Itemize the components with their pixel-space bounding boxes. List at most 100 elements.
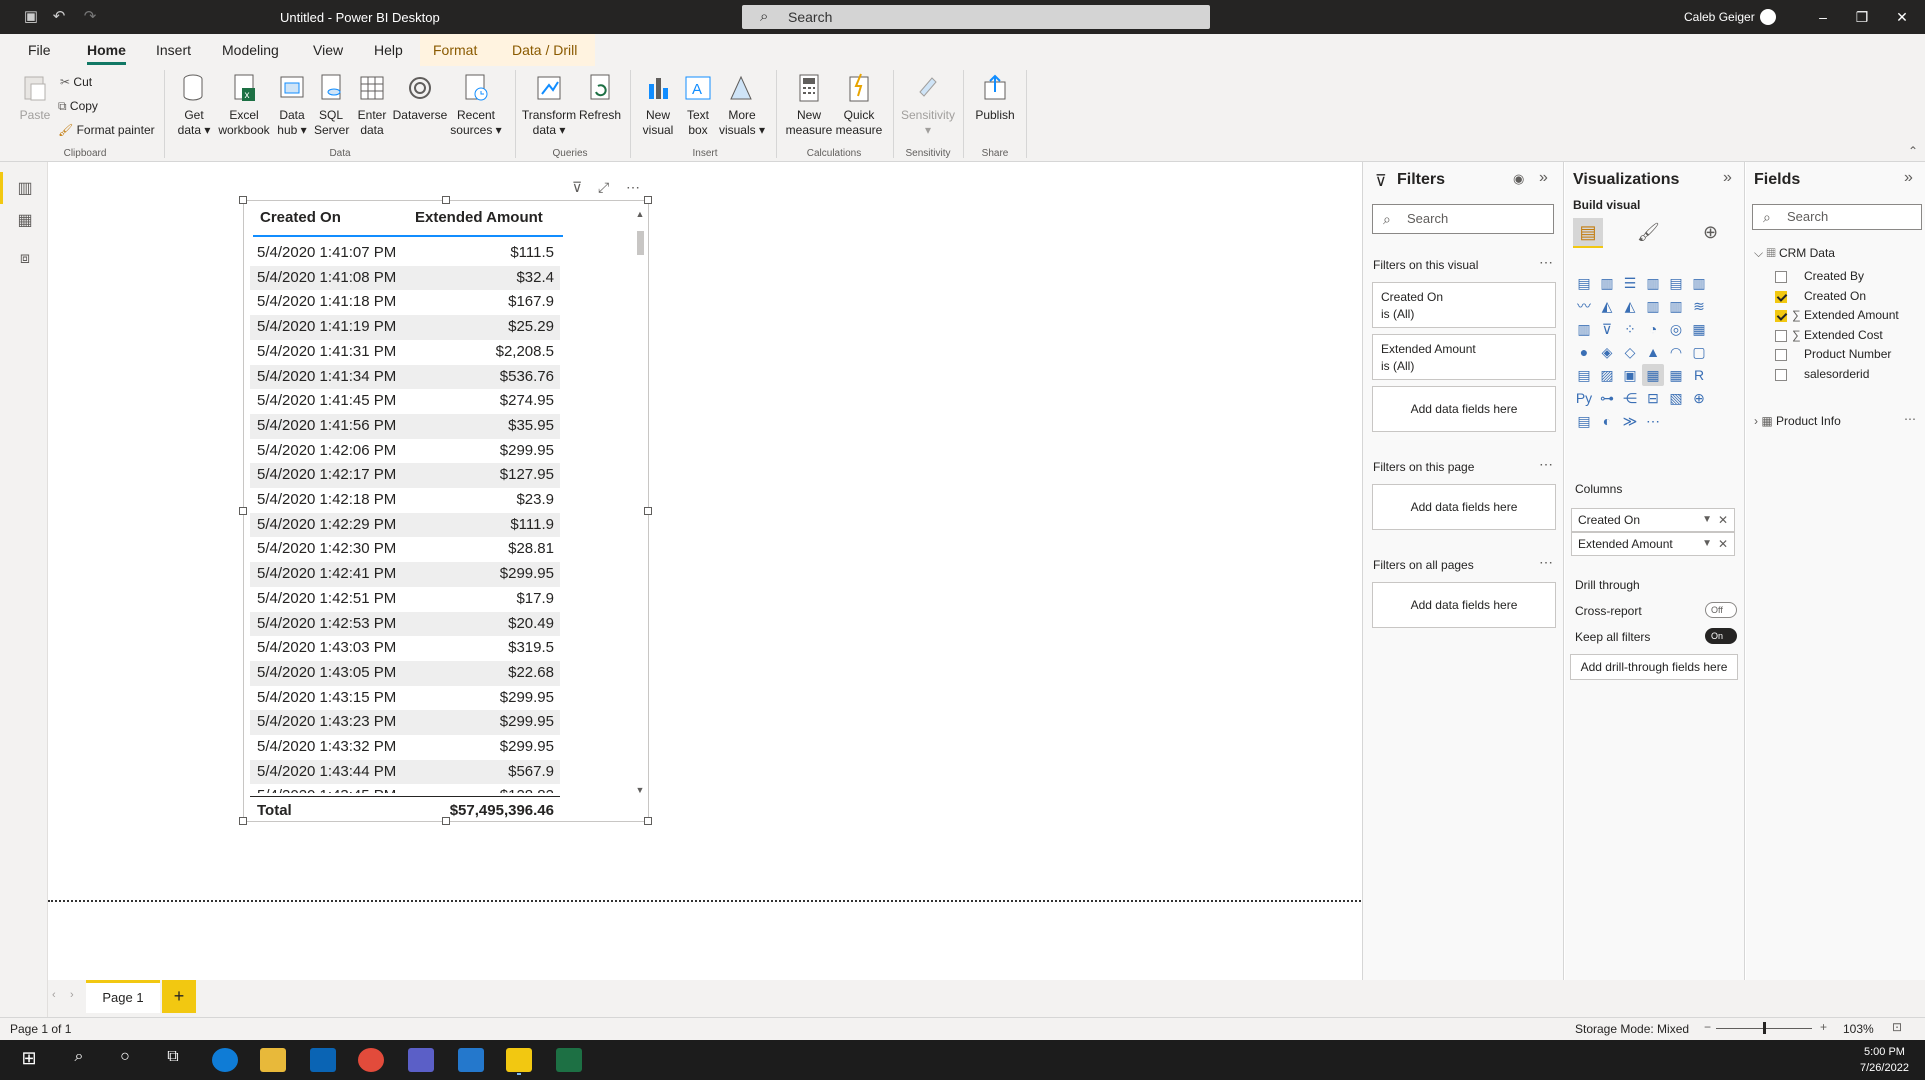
resize-handle[interactable] xyxy=(239,196,247,204)
recent-sources-button[interactable]: Recent sources ▾ xyxy=(448,72,504,138)
waterfall-visual-icon[interactable]: ▥ xyxy=(1573,318,1595,340)
donut-visual-icon[interactable]: ◎ xyxy=(1665,318,1687,340)
focus-mode-icon[interactable]: ⤢ xyxy=(598,179,609,196)
power-automate-visual-icon[interactable]: ≫ xyxy=(1619,410,1641,432)
tab-home[interactable]: Home xyxy=(87,42,126,65)
analytics-tab-icon[interactable]: ⊕ xyxy=(1703,222,1718,243)
table-row[interactable]: 5/4/2020 1:43:44 PM $567.9 xyxy=(250,759,560,785)
keep-all-filters-toggle[interactable]: On xyxy=(1705,628,1737,644)
area-visual-icon[interactable]: ◭ xyxy=(1596,295,1618,317)
minimize-icon[interactable]: – xyxy=(1813,7,1833,27)
zoom-in-icon[interactable]: + xyxy=(1820,1020,1827,1034)
field-checkbox[interactable] xyxy=(1775,329,1787,342)
quick-measure-button[interactable]: Quick measure xyxy=(834,72,884,138)
chevron-right-icon[interactable]: › xyxy=(70,989,74,1001)
stacked-bar-visual-icon[interactable]: ▤ xyxy=(1573,272,1595,294)
tab-data-drill[interactable]: Data / Drill xyxy=(512,42,577,58)
scroll-thumb[interactable] xyxy=(637,231,644,255)
100-column-visual-icon[interactable]: ▥ xyxy=(1688,272,1710,294)
field-item[interactable]: Extended Cost xyxy=(1804,328,1883,342)
get-data-button[interactable]: Get data ▾ xyxy=(176,72,212,138)
tab-format[interactable]: Format xyxy=(433,42,477,58)
restore-icon[interactable]: ❐ xyxy=(1852,7,1872,27)
power-bi-icon[interactable] xyxy=(506,1048,532,1072)
system-clock[interactable]: 5:00 PM 7/26/2022 xyxy=(1860,1044,1909,1076)
more-options-icon[interactable]: ⋯ xyxy=(626,179,640,196)
scroll-down-icon[interactable]: ▼ xyxy=(635,785,645,795)
power-apps-visual-icon[interactable]: ◐ xyxy=(1596,410,1618,432)
smart-narrative-visual-icon[interactable]: ▧ xyxy=(1665,387,1687,409)
enter-data-button[interactable]: Enter data xyxy=(354,72,390,138)
chevron-down-icon[interactable]: ▼ xyxy=(1702,509,1712,531)
line-column-visual-icon[interactable]: ▥ xyxy=(1642,295,1664,317)
add-visual-filter-dropzone[interactable]: Add data fields here xyxy=(1372,386,1556,432)
resize-handle[interactable] xyxy=(239,507,247,515)
add-report-filter-dropzone[interactable]: Add data fields here xyxy=(1372,582,1556,628)
table-row[interactable]: 5/4/2020 1:42:53 PM $20.49 xyxy=(250,611,560,637)
chevron-down-icon[interactable]: ⌵ xyxy=(1754,246,1763,260)
zoom-out-icon[interactable]: − xyxy=(1704,1020,1711,1034)
collapse-ribbon-icon[interactable]: ⌃ xyxy=(1908,144,1918,158)
stacked-column-visual-icon[interactable]: ▥ xyxy=(1596,272,1618,294)
fit-to-page-icon[interactable]: ⊡ xyxy=(1892,1020,1902,1034)
100-bar-visual-icon[interactable]: ▤ xyxy=(1665,272,1687,294)
key-influencers-visual-icon[interactable]: ⊶ xyxy=(1596,387,1618,409)
field-checkbox[interactable] xyxy=(1775,271,1787,283)
sql-server-button[interactable]: SQL Server xyxy=(314,72,349,138)
column-header-extended-amount[interactable]: Extended Amount xyxy=(415,209,543,226)
table-row[interactable]: 5/4/2020 1:42:29 PM $111.9 xyxy=(250,512,560,538)
tab-file[interactable]: File xyxy=(28,42,51,58)
sensitivity-button[interactable]: Sensitivity ▾ xyxy=(898,72,958,138)
table-product-info[interactable]: › ▦ Product Info xyxy=(1754,414,1841,428)
table-row[interactable]: 5/4/2020 1:42:17 PM $127.95 xyxy=(250,463,560,488)
filter-card-created-on[interactable]: Created On is (All) xyxy=(1372,282,1556,328)
publish-button[interactable]: Publish xyxy=(970,72,1020,123)
outlook-icon[interactable] xyxy=(310,1048,336,1072)
table-row[interactable]: 5/4/2020 1:41:31 PM $2,208.5 xyxy=(250,340,560,365)
filters-search-input[interactable]: ⌕ Search xyxy=(1372,204,1554,234)
excel-taskbar-icon[interactable] xyxy=(556,1048,582,1072)
treemap-visual-icon[interactable]: ▦ xyxy=(1688,318,1710,340)
table-row[interactable]: 5/4/2020 1:42:30 PM $28.81 xyxy=(250,537,560,562)
collapse-pane-icon[interactable]: » xyxy=(1904,169,1913,187)
eye-icon[interactable]: ◉ xyxy=(1513,171,1524,187)
more-options-icon[interactable]: ⋯ xyxy=(1539,554,1553,571)
matrix-visual-icon[interactable]: ▦ xyxy=(1665,364,1687,386)
title-search-box[interactable]: ⌕ Search xyxy=(742,5,1210,29)
stacked-area-visual-icon[interactable]: ◭ xyxy=(1619,295,1641,317)
user-name[interactable]: Caleb Geiger xyxy=(1684,10,1755,24)
paste-button[interactable]: Paste xyxy=(18,72,52,123)
data-view-icon[interactable]: ▦ xyxy=(15,210,35,230)
table-visual-icon[interactable]: ▦ xyxy=(1642,364,1664,386)
remove-icon[interactable]: ✕ xyxy=(1718,533,1728,555)
field-item[interactable]: Extended Amount xyxy=(1804,308,1899,322)
resize-handle[interactable] xyxy=(239,817,247,825)
data-hub-button[interactable]: Data hub ▾ xyxy=(274,72,310,138)
table-row[interactable]: 5/4/2020 1:42:41 PM $299.95 xyxy=(250,562,560,587)
add-page-button[interactable]: + xyxy=(162,980,196,1013)
cut-button[interactable]: ✂ Cut xyxy=(60,75,92,89)
format-painter-button[interactable]: 🖌 Format painter xyxy=(58,123,155,137)
resize-handle[interactable] xyxy=(644,507,652,515)
filled-map-visual-icon[interactable]: ◈ xyxy=(1596,341,1618,363)
teams-icon[interactable] xyxy=(408,1048,434,1072)
table-row[interactable]: 5/4/2020 1:41:18 PM $167.9 xyxy=(250,290,560,315)
avatar[interactable] xyxy=(1760,9,1776,25)
more-options-icon[interactable]: ⋯ xyxy=(1904,412,1916,426)
remove-icon[interactable]: ✕ xyxy=(1718,509,1728,531)
table-row[interactable]: 5/4/2020 1:43:45 PM $128.82 xyxy=(250,784,560,793)
table-row[interactable]: 5/4/2020 1:41:45 PM $274.95 xyxy=(250,389,560,414)
line-visual-icon[interactable]: 〰 xyxy=(1573,295,1595,317)
tab-help[interactable]: Help xyxy=(374,42,403,58)
new-measure-button[interactable]: New measure xyxy=(784,72,834,138)
field-checkbox[interactable] xyxy=(1775,290,1787,303)
scatter-visual-icon[interactable]: ⁘ xyxy=(1619,318,1641,340)
table-row[interactable]: 5/4/2020 1:41:08 PM $32.4 xyxy=(250,265,560,291)
add-page-filter-dropzone[interactable]: Add data fields here xyxy=(1372,484,1556,530)
vscode-icon[interactable] xyxy=(458,1048,484,1072)
ribbon-visual-icon[interactable]: ≋ xyxy=(1688,295,1710,317)
refresh-button[interactable]: Refresh xyxy=(578,72,622,123)
table-row[interactable]: 5/4/2020 1:42:18 PM $23.9 xyxy=(250,488,560,513)
more-options-icon[interactable]: ⋯ xyxy=(1539,254,1553,271)
azure-map-visual-icon[interactable]: ▲ xyxy=(1642,341,1664,363)
